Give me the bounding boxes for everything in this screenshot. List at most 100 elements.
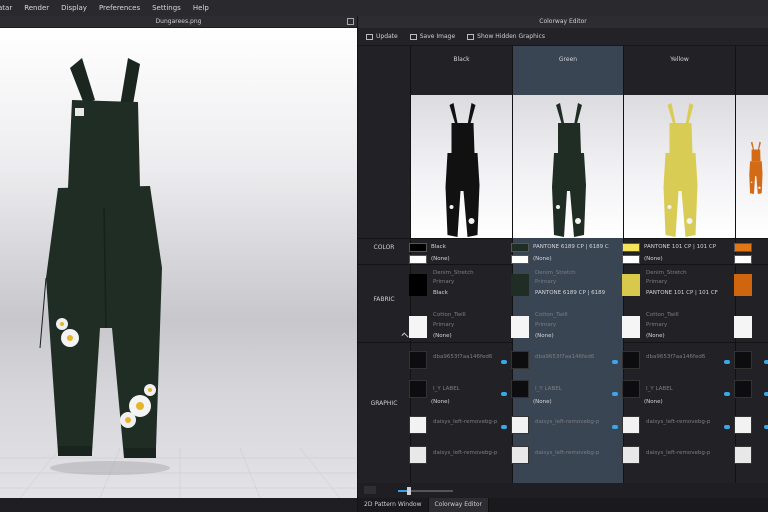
garment-thumbnail [552,103,586,237]
graphic-name: daisys_left-removebg-p [646,450,711,456]
color-label: Black [431,244,446,250]
graphic-thumbnail[interactable] [511,416,529,434]
graphic-thumbnail[interactable] [409,416,427,434]
eye-icon[interactable] [724,360,730,364]
eye-icon[interactable] [764,392,768,396]
fabric-swatch[interactable] [622,274,640,296]
tab-colorway-editor[interactable]: Colorway Editor [428,498,489,512]
color-swatch-secondary[interactable] [511,255,529,264]
graphic-thumbnail[interactable] [511,446,529,464]
colorway-name[interactable]: Green [513,56,623,63]
fabric-swatch-secondary[interactable] [409,316,427,338]
graphic-thumbnail[interactable] [734,351,752,369]
colorway-name[interactable]: Black [411,56,512,63]
colorway-thumbnail[interactable] [624,95,735,238]
zoom-out-icon[interactable] [364,486,376,494]
fabric-value: PANTONE 6189 CP | 6189 [535,290,606,296]
eye-icon[interactable] [612,360,618,364]
eye-icon[interactable] [724,392,730,396]
graphic-name: daisys_left-removebg-p [433,419,498,425]
fabric-swatch[interactable] [511,274,529,296]
graphic-name: dba9653f7aa146fed6 [646,354,706,360]
colorway-thumbnail[interactable] [513,95,623,238]
fabric-name: Denim_Stretch [646,270,687,276]
colorway-column[interactable]: Black Black (None) Denim_Stretch Primary… [409,46,512,483]
viewport-title: Dungarees.png [155,18,202,25]
eye-icon[interactable] [764,425,768,429]
colorway-column[interactable]: Green PANTONE 6189 CP | 6189 C (None) De… [511,46,623,483]
fabric-swatch-secondary[interactable] [734,316,752,338]
graphic-thumbnail[interactable] [734,416,752,434]
graphic-name: daisys_left-removebg-p [646,419,711,425]
color-swatch-secondary[interactable] [622,255,640,264]
row-label-color: COLOR [373,244,395,251]
row-label-graphic: GRAPHIC [370,400,398,407]
graphic-name: daisys_left-removebg-p [535,450,600,456]
graphic-thumbnail[interactable] [622,416,640,434]
colorway-editor-title: Colorway Editor [358,16,768,28]
graphic-thumbnail[interactable] [622,380,640,398]
graphic-thumbnail[interactable] [511,380,529,398]
3d-viewport[interactable] [0,28,357,498]
colorway-column[interactable]: Yellow PANTONE 101 CP | 101 CP (None) De… [622,46,735,483]
zoom-slider-handle[interactable] [407,487,411,495]
save-image-button[interactable]: Save Image [409,33,455,40]
editor-footer [358,483,768,498]
menu-avatar[interactable]: atar [0,4,12,12]
menu-settings[interactable]: Settings [146,4,181,12]
colorway-name[interactable]: Yellow [624,56,735,63]
fabric-swatch[interactable] [734,274,752,296]
fabric-value-secondary: (None) [646,333,665,339]
graphic-thumbnail[interactable] [511,351,529,369]
eye-icon[interactable] [612,425,618,429]
graphic-thumbnail[interactable] [409,446,427,464]
color-swatch-secondary[interactable] [409,255,427,264]
graphic-thumbnail[interactable] [409,380,427,398]
graphic-thumbnail[interactable] [409,351,427,369]
color-label-secondary: (None) [644,256,663,262]
menu-display[interactable]: Display [55,4,87,12]
eye-icon[interactable] [501,360,507,364]
colorway-thumbnail[interactable] [736,95,768,238]
eye-icon[interactable] [501,425,507,429]
collapse-icon[interactable] [401,332,409,340]
color-swatch[interactable] [409,243,427,252]
menu-preferences[interactable]: Preferences [93,4,140,12]
graphic-value: (None) [644,399,663,405]
eye-icon[interactable] [764,360,768,364]
fabric-name-secondary: Cotton_Twill [646,312,679,318]
color-swatch-secondary[interactable] [734,255,752,264]
update-button[interactable]: Update [366,33,398,40]
show-hidden-graphics-button[interactable]: Show Hidden Graphics [467,33,545,40]
refresh-icon [366,33,373,40]
graphic-thumbnail[interactable] [622,446,640,464]
graphic-value: (None) [533,399,552,405]
fabric-value: PANTONE 101 CP | 101 CF [646,290,718,296]
menu-render[interactable]: Render [18,4,49,12]
fabric-primary-label-secondary: Primary [433,322,455,328]
colorway-thumbnail[interactable] [411,95,512,238]
menu-bar: atar Render Display Preferences Settings… [0,0,768,16]
fabric-swatch-secondary[interactable] [622,316,640,338]
colorway-editor-panel: Colorway Editor Update Save Image Show H… [357,16,768,512]
graphic-thumbnail[interactable] [734,380,752,398]
color-label: PANTONE 101 CP | 101 CP [644,244,717,250]
graphic-thumbnail[interactable] [622,351,640,369]
maximize-icon[interactable] [347,18,354,25]
color-swatch[interactable] [622,243,640,252]
tab-2d-pattern-window[interactable]: 2D Pattern Window [358,498,429,512]
fabric-primary-label: Primary [535,279,557,285]
menu-help[interactable]: Help [187,4,209,12]
colorway-column[interactable] [734,46,768,483]
app-window: atar Render Display Preferences Settings… [0,0,768,512]
eye-icon[interactable] [724,425,730,429]
color-swatch[interactable] [734,243,752,252]
fabric-swatch[interactable] [409,274,427,296]
fabric-primary-label-secondary: Primary [535,322,557,328]
eye-icon[interactable] [501,392,507,396]
graphic-thumbnail[interactable] [734,446,752,464]
fabric-name-secondary: Cotton_Twill [433,312,466,318]
color-swatch[interactable] [511,243,529,252]
eye-icon[interactable] [612,392,618,396]
fabric-swatch-secondary[interactable] [511,316,529,338]
